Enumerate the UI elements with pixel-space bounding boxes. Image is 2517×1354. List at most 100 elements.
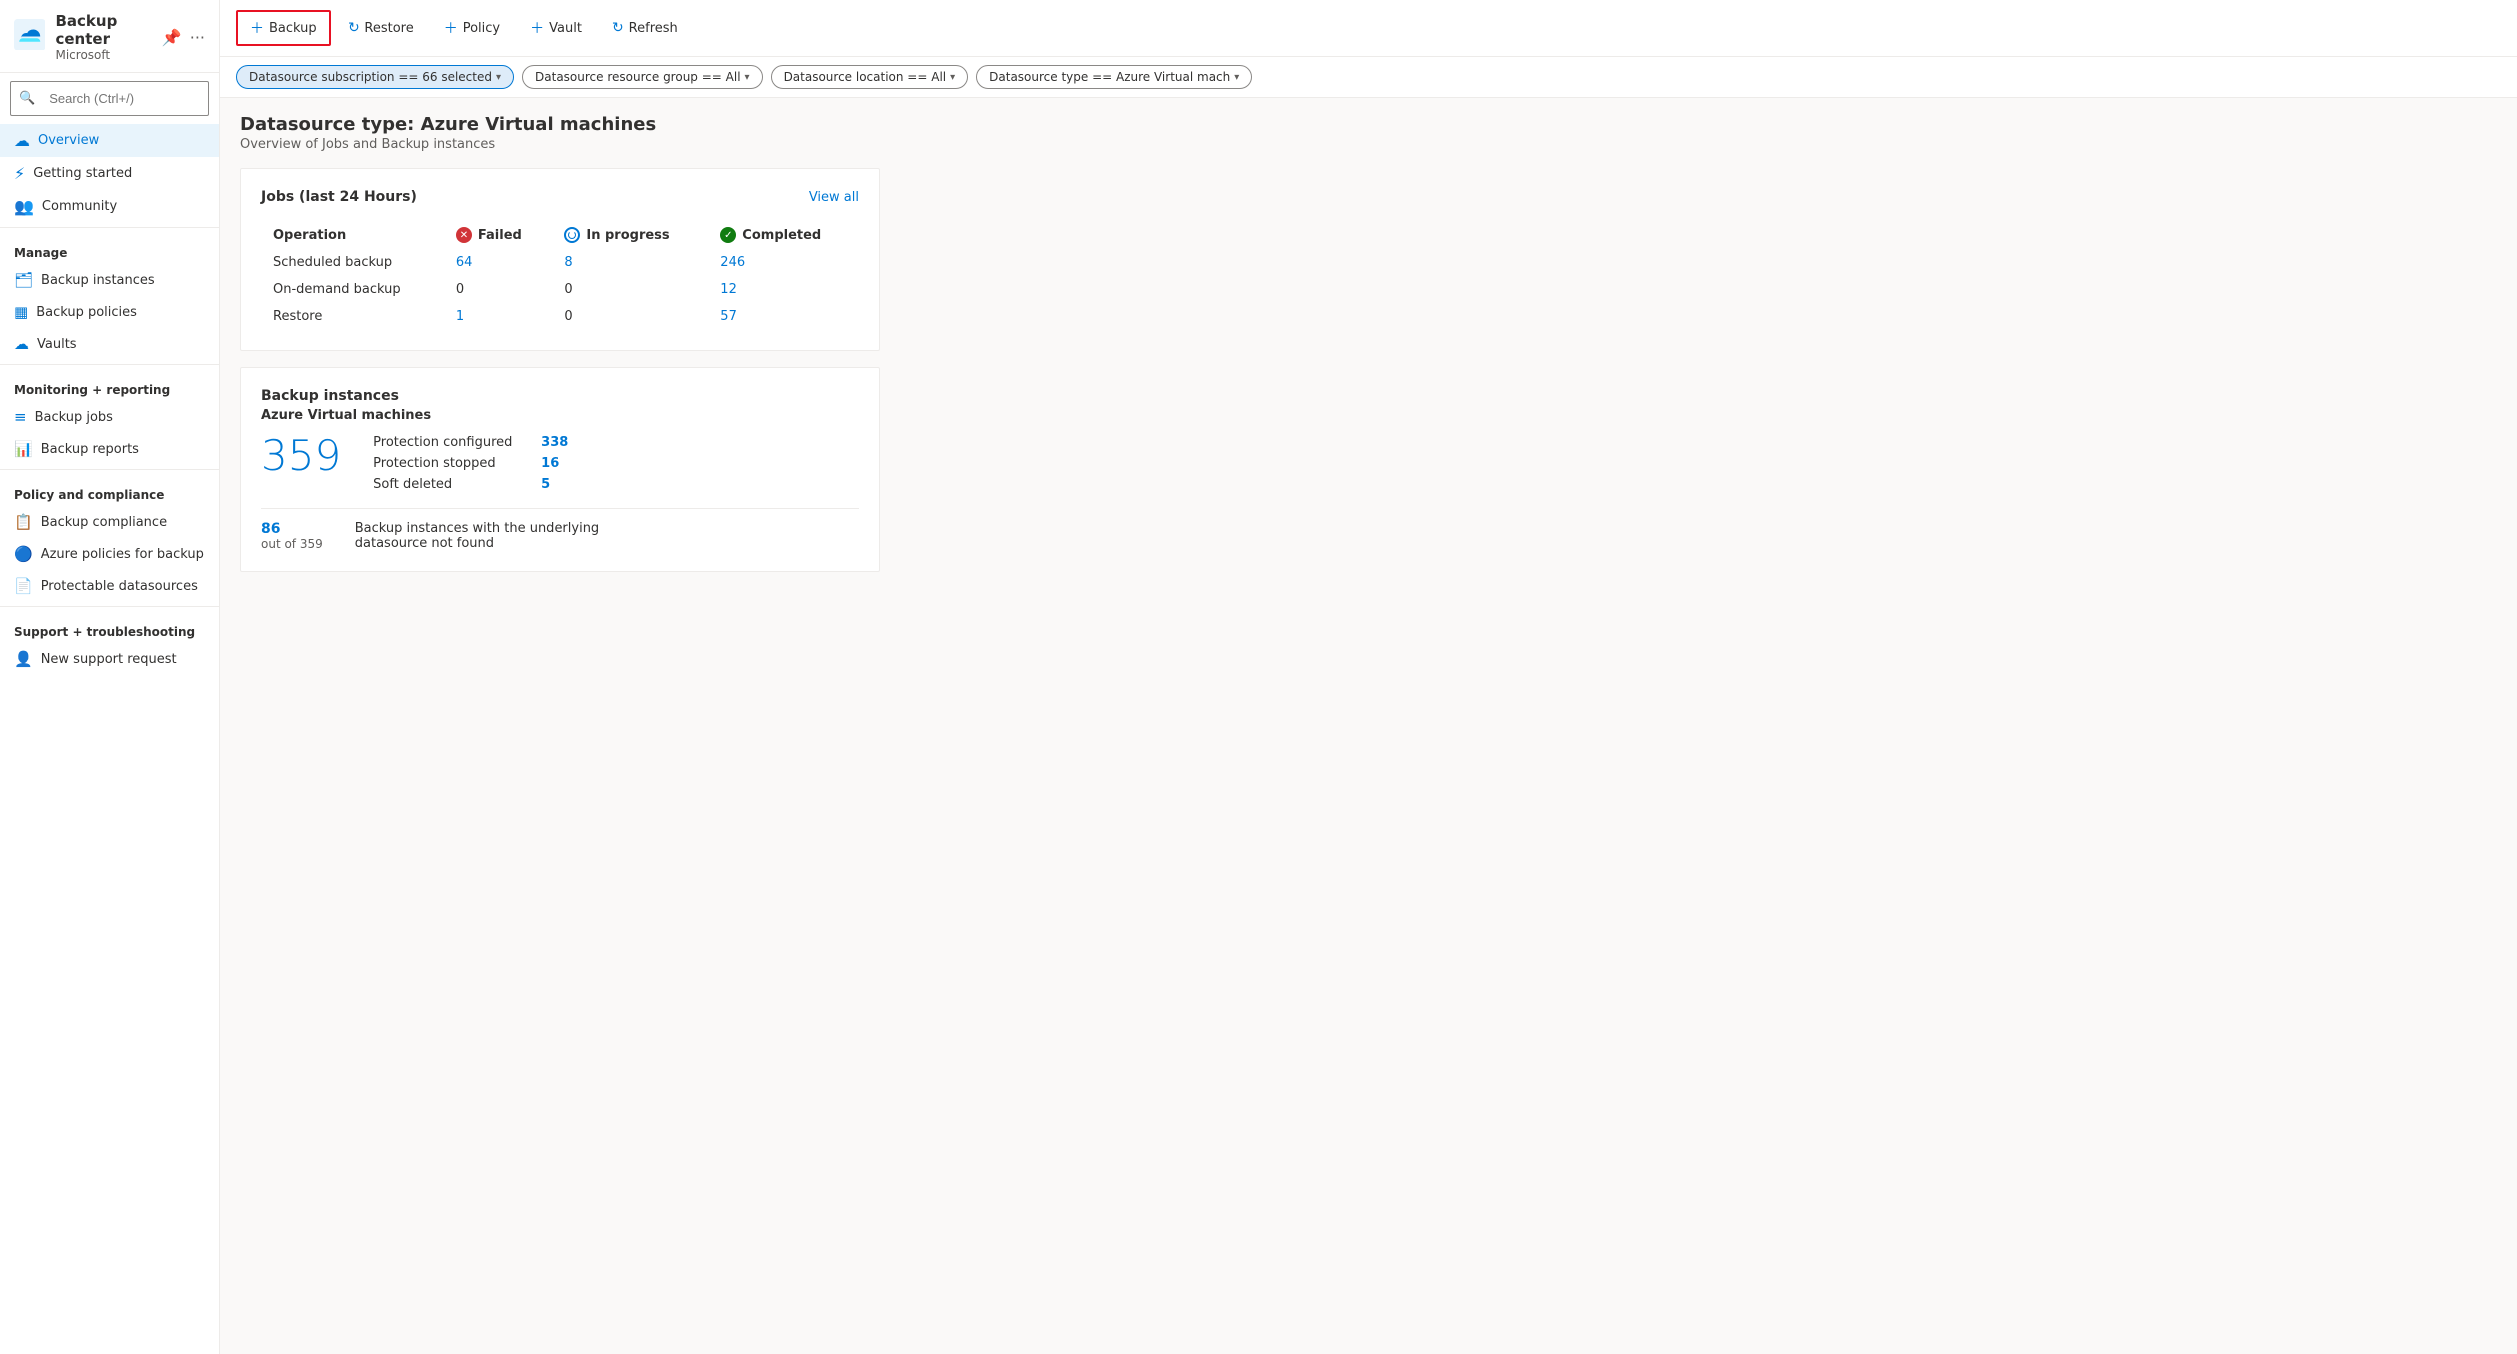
table-row: Scheduled backup 64 8 246 xyxy=(261,249,859,276)
sidebar-item-backup-jobs[interactable]: ≡ Backup jobs xyxy=(0,401,219,433)
jobs-view-all-link[interactable]: View all xyxy=(809,190,859,205)
vault-btn-label: Vault xyxy=(549,21,582,36)
refresh-btn-label: Refresh xyxy=(629,21,678,36)
backup-instances-stats: Protection configured 338 Protection sto… xyxy=(373,435,568,492)
soft-deleted-value[interactable]: 5 xyxy=(541,477,550,492)
lightning-icon: ⚡ xyxy=(14,164,25,183)
monitoring-section-label: Monitoring + reporting xyxy=(0,369,219,401)
more-icon[interactable]: ··· xyxy=(190,28,205,47)
backup-instances-label: Backup instances xyxy=(41,273,155,288)
inprogress-icon xyxy=(564,227,580,243)
backup-plus-icon: ＋ xyxy=(250,18,264,38)
policy-button[interactable]: ＋ Policy xyxy=(431,11,513,45)
backup-instances-bottom: 86 out of 359 Backup instances with the … xyxy=(261,508,859,551)
ondemand-completed-link[interactable]: 12 xyxy=(720,282,737,297)
bi-orphan-count-link[interactable]: 86 xyxy=(261,521,323,537)
sidebar-item-new-support-request[interactable]: 👤 New support request xyxy=(0,643,219,675)
content-area: Datasource type: Azure Virtual machines … xyxy=(220,98,2517,1354)
completed-cell: 246 xyxy=(708,249,859,276)
failed-cell: 0 xyxy=(444,276,552,303)
search-input[interactable] xyxy=(41,86,200,111)
divider-support xyxy=(0,606,219,607)
failed-status-header: ✕ Failed xyxy=(456,227,540,243)
datasource-type-filter[interactable]: Datasource type == Azure Virtual mach ▾ xyxy=(976,65,1252,89)
manage-section-label: Manage xyxy=(0,232,219,264)
datasource-type-chevron-icon: ▾ xyxy=(1234,72,1239,83)
sidebar-header: Backup center Microsoft 📌 ··· xyxy=(0,0,219,73)
refresh-button[interactable]: ↻ Refresh xyxy=(599,13,691,43)
sidebar-item-backup-instances[interactable]: 🗂 Backup instances xyxy=(0,264,219,296)
pin-icon[interactable]: 📌 xyxy=(162,28,182,47)
protectable-label: Protectable datasources xyxy=(41,579,198,594)
operation-cell: Scheduled backup xyxy=(261,249,444,276)
bi-orphan-sub-label: out of 359 xyxy=(261,537,323,551)
inprogress-cell: 0 xyxy=(552,303,708,330)
sidebar-item-backup-compliance[interactable]: 📋 Backup compliance xyxy=(0,506,219,538)
backup-jobs-label: Backup jobs xyxy=(35,410,113,425)
bi-bottom-count-block: 86 out of 359 xyxy=(261,521,323,551)
protection-stopped-value[interactable]: 16 xyxy=(541,456,559,471)
sidebar-item-overview[interactable]: ☁ Overview xyxy=(0,124,219,157)
jobs-card-title: Jobs (last 24 Hours) xyxy=(261,189,417,205)
bi-stat-row: Protection configured 338 xyxy=(373,435,568,450)
jobs-header-row: Operation ✕ Failed xyxy=(261,221,859,249)
vault-button[interactable]: ＋ Vault xyxy=(517,11,595,45)
ondemand-failed-value: 0 xyxy=(456,282,464,297)
azure-policies-label: Azure policies for backup xyxy=(41,547,204,562)
restore-failed-link[interactable]: 1 xyxy=(456,309,464,324)
protection-configured-value[interactable]: 338 xyxy=(541,435,568,450)
backup-compliance-label: Backup compliance xyxy=(41,515,167,530)
scheduled-inprogress-link[interactable]: 8 xyxy=(564,255,572,270)
app-title: Backup center xyxy=(55,12,161,48)
restore-completed-link[interactable]: 57 xyxy=(720,309,737,324)
sidebar-item-getting-started[interactable]: ⚡ Getting started xyxy=(0,157,219,190)
sidebar: Backup center Microsoft 📌 ··· 🔍 ☁ Overvi… xyxy=(0,0,220,1354)
main-area: ＋ Backup ↺ Restore ＋ Policy ＋ Vault ↻ Re… xyxy=(220,0,2517,1354)
scheduled-failed-link[interactable]: 64 xyxy=(456,255,473,270)
sidebar-item-community[interactable]: 👥 Community xyxy=(0,190,219,223)
policy-section-label: Policy and compliance xyxy=(0,474,219,506)
location-chevron-icon: ▾ xyxy=(950,72,955,83)
backup-instances-body: 359 Protection configured 338 Protection… xyxy=(261,435,859,492)
completed-header: ✓ Completed xyxy=(708,221,859,249)
toolbar: ＋ Backup ↺ Restore ＋ Policy ＋ Vault ↻ Re… xyxy=(220,0,2517,57)
restore-button[interactable]: ↺ Restore xyxy=(335,13,427,43)
instances-icon: 🗂 xyxy=(14,271,33,289)
resource-group-filter[interactable]: Datasource resource group == All ▾ xyxy=(522,65,763,89)
bi-stat-row: Protection stopped 16 xyxy=(373,456,568,471)
table-row: Restore 1 0 57 xyxy=(261,303,859,330)
scheduled-completed-link[interactable]: 246 xyxy=(720,255,745,270)
vaults-label: Vaults xyxy=(37,337,77,352)
sidebar-item-backup-reports[interactable]: 📊 Backup reports xyxy=(0,433,219,465)
sidebar-item-backup-policies[interactable]: ▦ Backup policies xyxy=(0,296,219,328)
top-nav: ☁ Overview ⚡ Getting started 👥 Community xyxy=(0,124,219,223)
inprogress-cell: 0 xyxy=(552,276,708,303)
vaults-icon: ☁ xyxy=(14,335,29,353)
subscription-filter[interactable]: Datasource subscription == 66 selected ▾ xyxy=(236,65,514,89)
location-filter-label: Datasource location == All xyxy=(784,70,947,84)
jobs-card-header: Jobs (last 24 Hours) View all xyxy=(261,189,859,205)
sidebar-item-azure-policies[interactable]: 🔵 Azure policies for backup xyxy=(0,538,219,570)
failed-cell: 1 xyxy=(444,303,552,330)
ondemand-inprogress-value: 0 xyxy=(564,282,572,297)
backup-instances-card: Backup instances Azure Virtual machines … xyxy=(240,367,880,572)
protection-configured-label: Protection configured xyxy=(373,435,533,450)
bi-stat-row: Soft deleted 5 xyxy=(373,477,568,492)
refresh-icon: ↻ xyxy=(612,20,624,36)
location-filter[interactable]: Datasource location == All ▾ xyxy=(771,65,969,89)
inprogress-header-label: In progress xyxy=(586,228,669,243)
restore-inprogress-value: 0 xyxy=(564,309,572,324)
backup-button[interactable]: ＋ Backup xyxy=(236,10,331,46)
completed-status-header: ✓ Completed xyxy=(720,227,847,243)
operation-header: Operation xyxy=(261,221,444,249)
sidebar-getting-started-label: Getting started xyxy=(33,166,132,181)
page-title: Datasource type: Azure Virtual machines xyxy=(240,114,2497,135)
sidebar-item-vaults[interactable]: ☁ Vaults xyxy=(0,328,219,360)
datasource-type-filter-label: Datasource type == Azure Virtual mach xyxy=(989,70,1230,84)
sidebar-item-protectable-datasources[interactable]: 📄 Protectable datasources xyxy=(0,570,219,602)
app-subtitle: Microsoft xyxy=(55,48,161,62)
restore-icon: ↺ xyxy=(348,20,360,36)
inprogress-cell: 8 xyxy=(552,249,708,276)
divider-policy xyxy=(0,469,219,470)
failed-cell: 64 xyxy=(444,249,552,276)
